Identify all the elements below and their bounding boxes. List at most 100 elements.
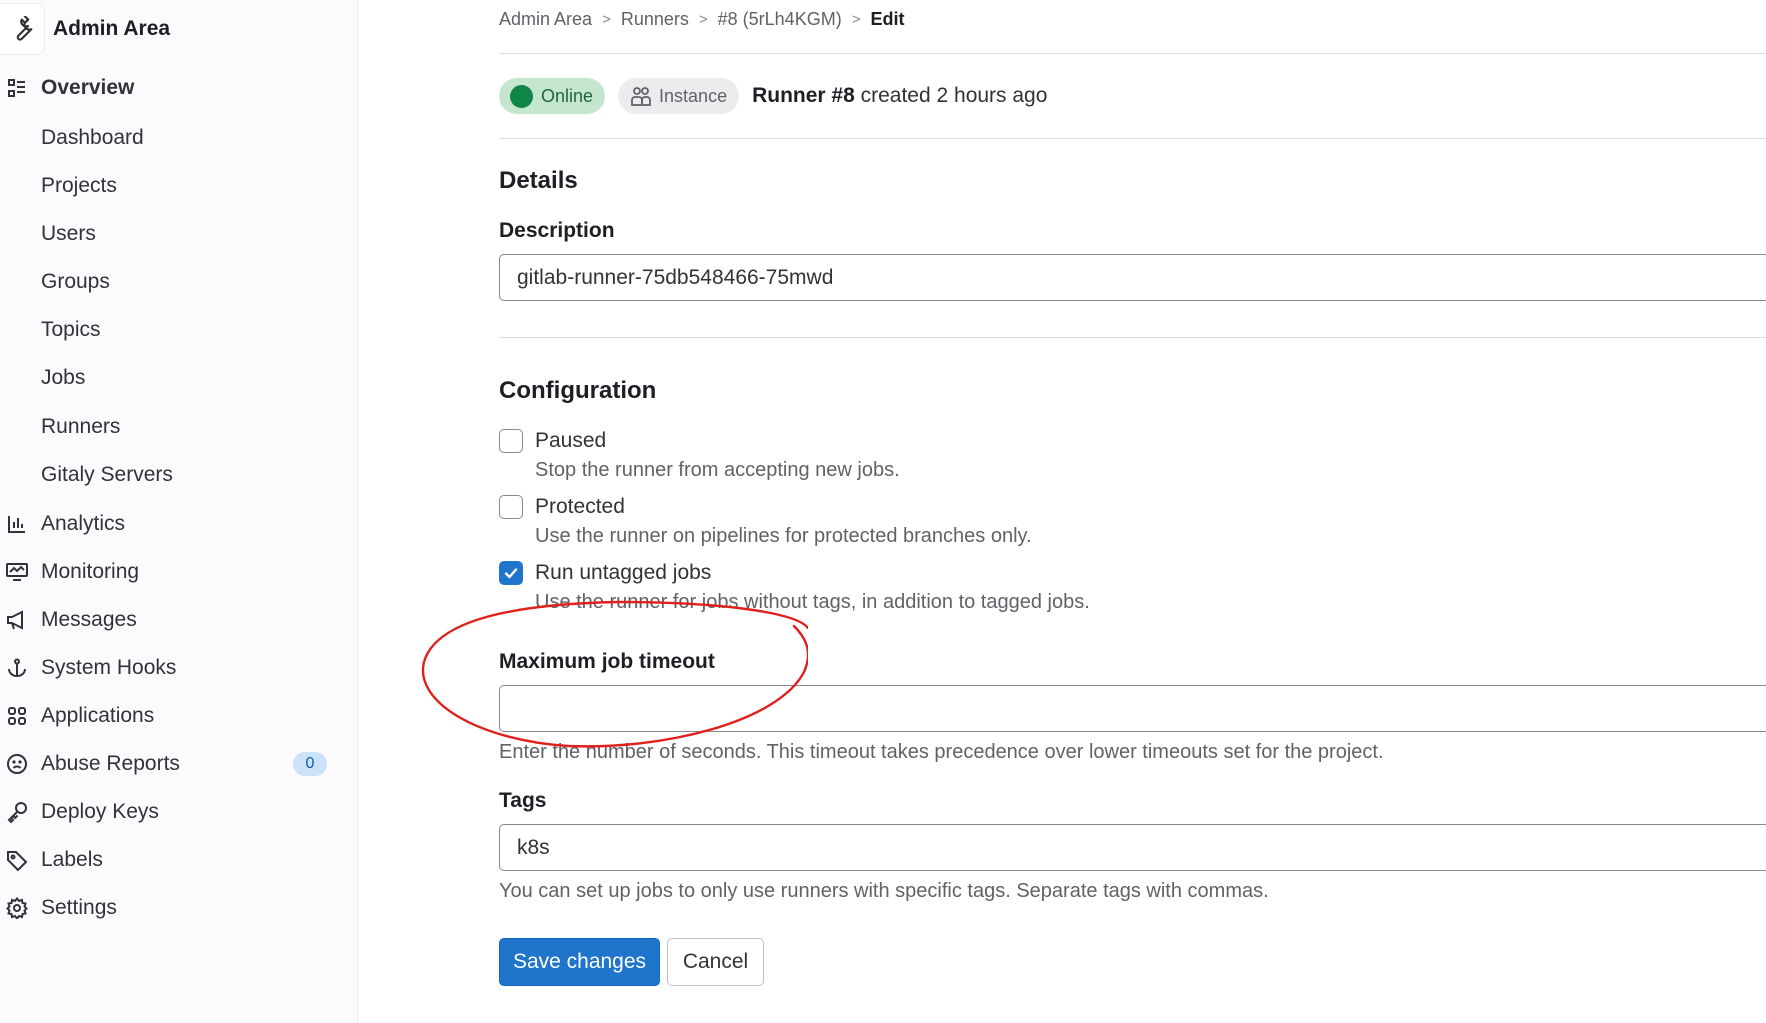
status-badge-online: Online <box>499 78 606 114</box>
description-input[interactable]: gitlab-runner-75db548466-75mwd <box>499 254 1766 301</box>
protected-help: Use the runner on pipelines for protecte… <box>535 525 1032 547</box>
save-changes-button[interactable]: Save changes <box>499 938 660 986</box>
sidebar-item-label: Deploy Keys <box>41 800 159 823</box>
divider <box>499 337 1766 338</box>
runner-type-label: Instance <box>659 85 728 106</box>
tags-value: k8s <box>517 835 550 859</box>
paused-checkbox[interactable] <box>499 429 523 453</box>
runner-title: Runner #8 created 2 hours ago <box>752 84 1047 108</box>
sidebar-item-system-hooks[interactable]: System Hooks <box>0 648 340 688</box>
monitor-icon <box>0 552 34 592</box>
sidebar-item-label: Messages <box>41 608 137 631</box>
sidebar-item-topics[interactable]: Topics <box>0 310 340 350</box>
settings-icon <box>0 888 34 928</box>
check-icon <box>504 568 518 579</box>
details-heading: Details <box>499 167 578 194</box>
sidebar-item-label: Analytics <box>41 512 126 535</box>
chevron-right-icon: > <box>698 10 708 28</box>
untagged-checkbox[interactable] <box>499 561 523 585</box>
main-content: Admin Area > Runners > #8 (5rLh4KGM) > E… <box>499 0 1766 1023</box>
sidebar-item-abuse-reports[interactable]: Abuse Reports 0 <box>0 744 340 784</box>
runner-header: Online Instance Runner #8 created 2 hour… <box>499 78 1047 114</box>
configuration-heading: Configuration <box>499 377 657 404</box>
status-online-label: Online <box>541 85 594 106</box>
paused-help: Stop the runner from accepting new jobs. <box>535 459 900 481</box>
sidebar-item-label: Overview <box>41 76 135 99</box>
chevron-right-icon: > <box>851 10 861 28</box>
sidebar-item-messages[interactable]: Messages <box>0 600 340 640</box>
untagged-option[interactable]: Run untagged jobs <box>499 558 711 588</box>
breadcrumb-runners[interactable]: Runners <box>621 9 689 30</box>
chart-icon <box>0 504 34 544</box>
sidebar-item-overview[interactable]: Overview <box>0 68 340 108</box>
timeout-help: Enter the number of seconds. This timeou… <box>499 741 1384 763</box>
sidebar-item-gitaly-servers[interactable]: Gitaly Servers <box>0 455 340 495</box>
tags-input[interactable]: k8s <box>499 824 1766 871</box>
sidebar-item-labels[interactable]: Labels <box>0 840 340 880</box>
users-icon <box>630 85 652 107</box>
sidebar-item-settings[interactable]: Settings <box>0 888 340 928</box>
sidebar-item-label: Settings <box>41 896 117 919</box>
sidebar-item-monitoring[interactable]: Monitoring <box>0 552 340 592</box>
runner-name: Runner #8 <box>752 84 855 107</box>
divider <box>499 138 1766 139</box>
protected-label[interactable]: Protected <box>535 495 625 519</box>
breadcrumb-admin-area[interactable]: Admin Area <box>499 9 592 30</box>
timeout-label: Maximum job timeout <box>499 650 715 673</box>
sidebar-item-label: Monitoring <box>41 560 140 583</box>
sidebar-item-label: Applications <box>41 704 155 727</box>
sidebar-item-label: Gitaly Servers <box>41 463 173 486</box>
wrench-icon <box>0 4 44 54</box>
bullhorn-icon <box>0 600 34 640</box>
breadcrumb: Admin Area > Runners > #8 (5rLh4KGM) > E… <box>499 6 904 32</box>
tags-help: You can set up jobs to only use runners … <box>499 880 1269 902</box>
chevron-right-icon: > <box>602 10 611 28</box>
sidebar-item-runners[interactable]: Runners <box>0 407 340 447</box>
sidebar-item-projects[interactable]: Projects <box>0 166 340 206</box>
paused-label[interactable]: Paused <box>535 429 606 453</box>
sidebar-item-jobs[interactable]: Jobs <box>0 358 340 398</box>
sidebar-item-label: Runners <box>41 415 121 438</box>
applications-icon <box>0 696 34 736</box>
description-label: Description <box>499 219 615 242</box>
divider <box>499 53 1766 54</box>
paused-option[interactable]: Paused <box>499 426 606 456</box>
timeout-input[interactable] <box>499 685 1766 732</box>
sidebar-item-label: Projects <box>41 174 117 197</box>
breadcrumb-runner[interactable]: #8 (5rLh4KGM) <box>718 9 842 30</box>
sidebar-item-label: System Hooks <box>41 656 177 679</box>
runner-type-badge: Instance <box>618 78 740 114</box>
overview-icon <box>0 68 34 108</box>
sidebar-item-label: Groups <box>41 270 110 293</box>
admin-sidebar: Admin Area Overview Dashboard Projects U… <box>0 0 358 1023</box>
sidebar-item-label: Users <box>41 222 96 245</box>
sidebar-item-label: Abuse Reports <box>41 752 180 775</box>
untagged-help: Use the runner for jobs without tags, in… <box>535 591 1090 613</box>
description-value: gitlab-runner-75db548466-75mwd <box>517 265 834 289</box>
key-icon <box>0 792 34 832</box>
sidebar-item-deploy-keys[interactable]: Deploy Keys <box>0 792 340 832</box>
breadcrumb-current[interactable]: Edit <box>870 9 904 30</box>
sidebar-header[interactable]: Admin Area <box>0 4 358 54</box>
sidebar-item-dashboard[interactable]: Dashboard <box>0 118 340 158</box>
untagged-label[interactable]: Run untagged jobs <box>535 561 711 585</box>
sidebar-item-applications[interactable]: Applications <box>0 696 340 736</box>
sidebar-item-label: Jobs <box>41 366 86 389</box>
protected-option[interactable]: Protected <box>499 492 625 522</box>
sad-face-icon <box>0 744 34 784</box>
sidebar-title: Admin Area <box>53 17 171 40</box>
sidebar-item-label: Dashboard <box>41 126 144 149</box>
abuse-reports-count-badge: 0 <box>293 752 327 776</box>
tags-label: Tags <box>499 789 547 812</box>
label-icon <box>0 840 34 880</box>
sidebar-item-label: Labels <box>41 848 103 871</box>
protected-checkbox[interactable] <box>499 495 523 519</box>
sidebar-item-label: Topics <box>41 318 101 341</box>
sidebar-item-groups[interactable]: Groups <box>0 262 340 302</box>
runner-created: created 2 hours ago <box>860 84 1048 107</box>
anchor-icon <box>0 648 34 688</box>
sidebar-item-users[interactable]: Users <box>0 214 340 254</box>
sidebar-item-analytics[interactable]: Analytics <box>0 504 340 544</box>
cancel-button[interactable]: Cancel <box>667 938 764 986</box>
online-status-icon <box>510 84 533 108</box>
